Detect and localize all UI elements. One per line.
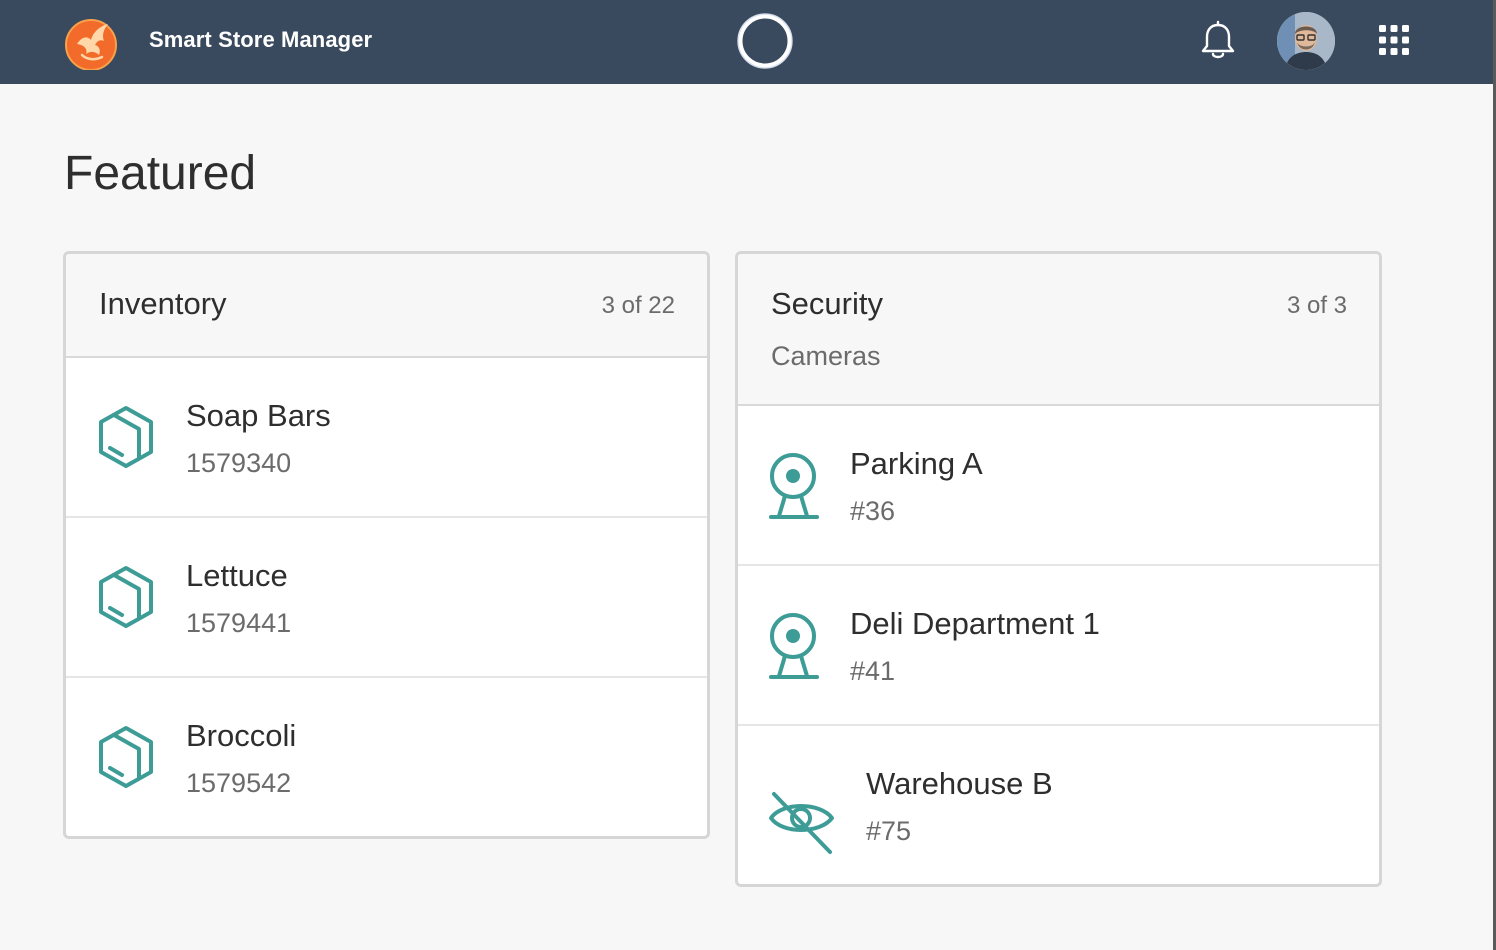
- phoenix-logo-icon[interactable]: [64, 14, 120, 71]
- inventory-card-count: 3 of 22: [601, 292, 675, 319]
- inventory-card: Inventory 3 of 22 Soap Bars 1579340 Lett…: [63, 251, 710, 839]
- security-card-title: Security: [771, 286, 883, 321]
- camera-id: #36: [850, 496, 896, 526]
- camera-item[interactable]: Parking A #36: [738, 406, 1379, 566]
- security-card-header[interactable]: Security 3 of 3 Cameras: [738, 254, 1379, 406]
- page-title: Featured: [64, 147, 257, 200]
- app-title: Smart Store Manager: [149, 27, 373, 52]
- inventory-item-sku: 1579340: [186, 448, 292, 478]
- inventory-card-header[interactable]: Inventory 3 of 22: [66, 254, 707, 358]
- camera-name: Parking A: [850, 446, 983, 481]
- webcam-icon: [768, 612, 822, 682]
- camera-id: #41: [850, 656, 896, 686]
- bell-icon[interactable]: [1198, 20, 1238, 62]
- inventory-item-sku: 1579542: [186, 768, 292, 798]
- box-icon: [96, 724, 156, 790]
- top-bar: Smart Store Manager: [0, 0, 1493, 84]
- user-avatar[interactable]: [1277, 12, 1335, 70]
- camera-item[interactable]: Warehouse B #75: [738, 726, 1379, 884]
- box-icon: [96, 564, 156, 630]
- inventory-item-sku: 1579441: [186, 608, 292, 638]
- assistant-ring-icon[interactable]: [734, 10, 796, 72]
- inventory-item[interactable]: Lettuce 1579441: [66, 518, 707, 678]
- box-icon: [96, 404, 156, 470]
- security-card-count: 3 of 3: [1286, 292, 1347, 319]
- app-grid-icon[interactable]: [1378, 24, 1410, 56]
- security-card: Security 3 of 3 Cameras Parking A #36 De…: [735, 251, 1382, 887]
- inventory-item[interactable]: Broccoli 1579542: [66, 678, 707, 836]
- inventory-item-name: Broccoli: [186, 718, 297, 753]
- inventory-item[interactable]: Soap Bars 1579340: [66, 358, 707, 518]
- camera-name: Warehouse B: [866, 766, 1053, 801]
- camera-id: #75: [866, 816, 912, 846]
- eye-off-icon: [768, 790, 836, 856]
- security-card-subtitle: Cameras: [771, 341, 881, 371]
- camera-name: Deli Department 1: [850, 606, 1100, 641]
- camera-item[interactable]: Deli Department 1 #41: [738, 566, 1379, 726]
- inventory-item-name: Lettuce: [186, 558, 288, 593]
- inventory-item-name: Soap Bars: [186, 398, 331, 433]
- webcam-icon: [768, 452, 822, 522]
- inventory-card-title: Inventory: [99, 286, 227, 321]
